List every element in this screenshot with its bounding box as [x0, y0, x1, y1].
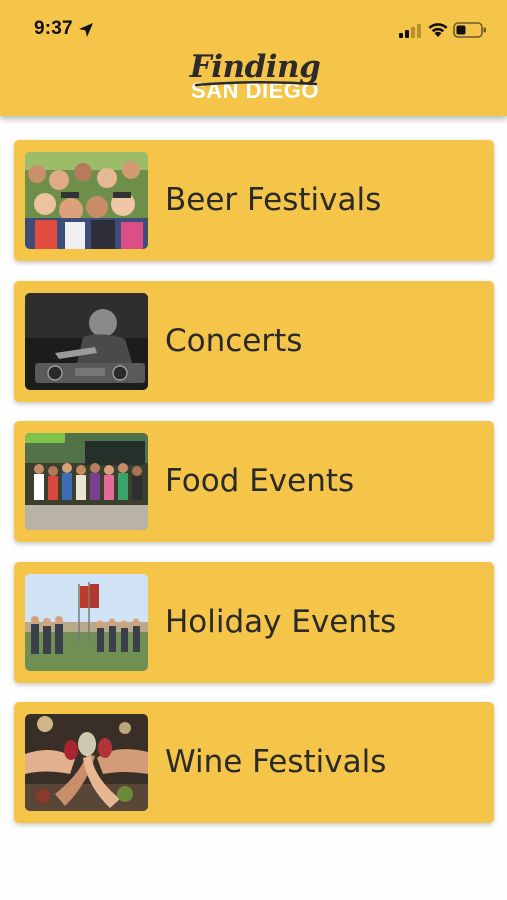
category-card-holiday-events[interactable]: Holiday Events — [14, 562, 494, 683]
category-card-wine-festivals[interactable]: Wine Festivals — [14, 702, 494, 823]
category-card-food-events[interactable]: Food Events — [14, 421, 494, 542]
wine-festival-photo — [25, 714, 148, 811]
beer-festival-photo — [25, 152, 148, 249]
food-event-photo — [25, 433, 148, 530]
logo-swash-icon — [194, 80, 318, 87]
concert-photo — [25, 293, 148, 390]
category-label: Wine Festivals — [165, 744, 387, 780]
wifi-icon — [428, 23, 448, 37]
app-screen: 9:37 Finding SAN DIEGO Beer Festivals Co… — [0, 0, 507, 900]
category-label: Food Events — [165, 463, 355, 499]
header-bar: 9:37 Finding SAN DIEGO — [0, 0, 507, 116]
holiday-event-photo — [25, 574, 148, 671]
location-arrow-icon — [79, 23, 93, 37]
category-card-concerts[interactable]: Concerts — [14, 281, 494, 402]
category-card-beer-festivals[interactable]: Beer Festivals — [14, 140, 494, 261]
app-logo: Finding SAN DIEGO — [180, 50, 330, 112]
battery-icon — [453, 22, 486, 38]
cellular-signal-icon — [399, 24, 421, 38]
category-label: Holiday Events — [165, 604, 397, 640]
status-time: 9:37 — [34, 18, 73, 39]
category-label: Concerts — [165, 323, 303, 359]
category-label: Beer Festivals — [165, 182, 382, 218]
